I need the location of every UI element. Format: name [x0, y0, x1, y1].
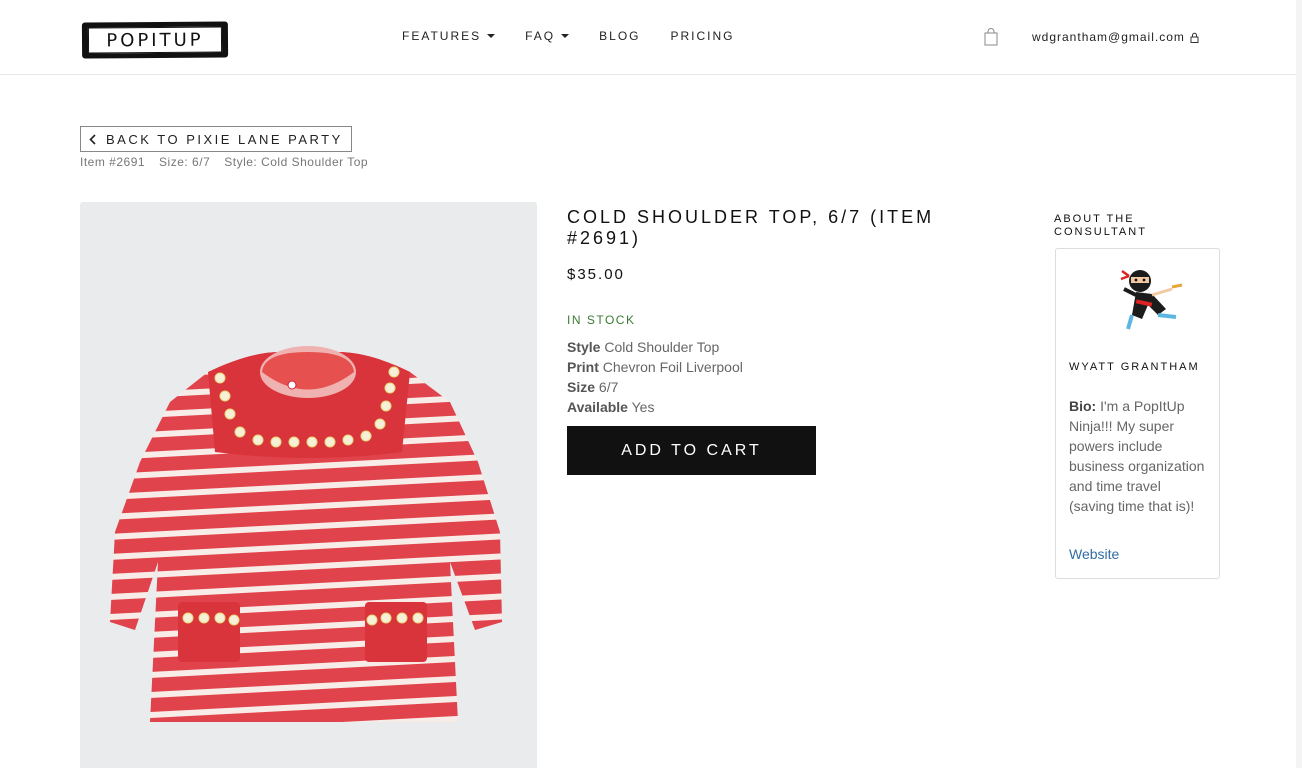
- item-style: Style: Cold Shoulder Top: [224, 155, 369, 169]
- consultant-bio: Bio: I'm a PopItUp Ninja!!! My super pow…: [1069, 396, 1209, 516]
- attr-size: Size 6/7: [567, 379, 619, 395]
- about-consultant-heading: ABOUT THE CONSULTANT: [1054, 213, 1147, 238]
- shopping-bag-icon[interactable]: [983, 28, 999, 46]
- user-email: wdgrantham@gmail.com: [1032, 30, 1185, 44]
- stock-status: IN STOCK: [567, 313, 636, 327]
- striped-dress-illustration: [80, 202, 537, 768]
- attr-print: Print Chevron Foil Liverpool: [567, 359, 743, 375]
- item-size: Size: 6/7: [159, 155, 211, 169]
- bio-label: Bio:: [1069, 398, 1097, 414]
- back-to-party-label: BACK TO PIXIE LANE PARTY: [106, 131, 343, 147]
- product-attributes: Style Cold Shoulder Top Print Chevron Fo…: [567, 337, 743, 417]
- attr-available: Available Yes: [567, 399, 655, 415]
- main-nav: FEATURES FAQ BLOG PRICING: [402, 29, 765, 43]
- back-to-party-button[interactable]: BACK TO PIXIE LANE PARTY: [80, 126, 352, 152]
- nav-pricing[interactable]: PRICING: [671, 29, 735, 43]
- nav-blog[interactable]: BLOG: [599, 29, 640, 43]
- product-price: $35.00: [567, 266, 625, 283]
- nav-features[interactable]: FEATURES: [402, 29, 496, 43]
- ninja-avatar-icon: [1120, 269, 1183, 330]
- consultant-name: WYATT GRANTHAM: [1069, 361, 1200, 373]
- bio-text: I'm a PopItUp Ninja!!! My super powers i…: [1069, 398, 1205, 514]
- nav-features-label: FEATURES: [402, 29, 482, 43]
- popitup-logo[interactable]: POPITUP: [81, 21, 229, 59]
- product-image[interactable]: [80, 202, 537, 768]
- attr-style: Style Cold Shoulder Top: [567, 339, 720, 355]
- site-header: POPITUP FEATURES FAQ BLOG PRICING wdgran…: [0, 0, 1302, 75]
- item-meta: Item #2691 Size: 6/7 Style: Cold Shoulde…: [80, 155, 368, 169]
- consultant-card: WYATT GRANTHAM Bio: I'm a PopItUp Ninja!…: [1055, 248, 1220, 579]
- nav-faq[interactable]: FAQ: [525, 29, 570, 43]
- chevron-left-icon: [89, 133, 96, 145]
- product-title: COLD SHOULDER TOP, 6/7 (ITEM #2691): [567, 207, 935, 248]
- consultant-website-link[interactable]: Website: [1069, 546, 1119, 562]
- nav-faq-label: FAQ: [525, 29, 556, 43]
- caret-down-icon: [561, 34, 570, 38]
- logo-text: POPITUP: [87, 26, 223, 54]
- item-number: Item #2691: [80, 155, 146, 169]
- page-scrollbar[interactable]: [1296, 0, 1302, 768]
- nav-pricing-label: PRICING: [670, 29, 735, 43]
- caret-down-icon: [487, 34, 496, 38]
- lock-icon: [1190, 32, 1199, 43]
- nav-blog-label: BLOG: [599, 29, 641, 43]
- user-account-link[interactable]: wdgrantham@gmail.com: [1032, 30, 1199, 44]
- add-to-cart-button[interactable]: ADD TO CART: [567, 426, 816, 475]
